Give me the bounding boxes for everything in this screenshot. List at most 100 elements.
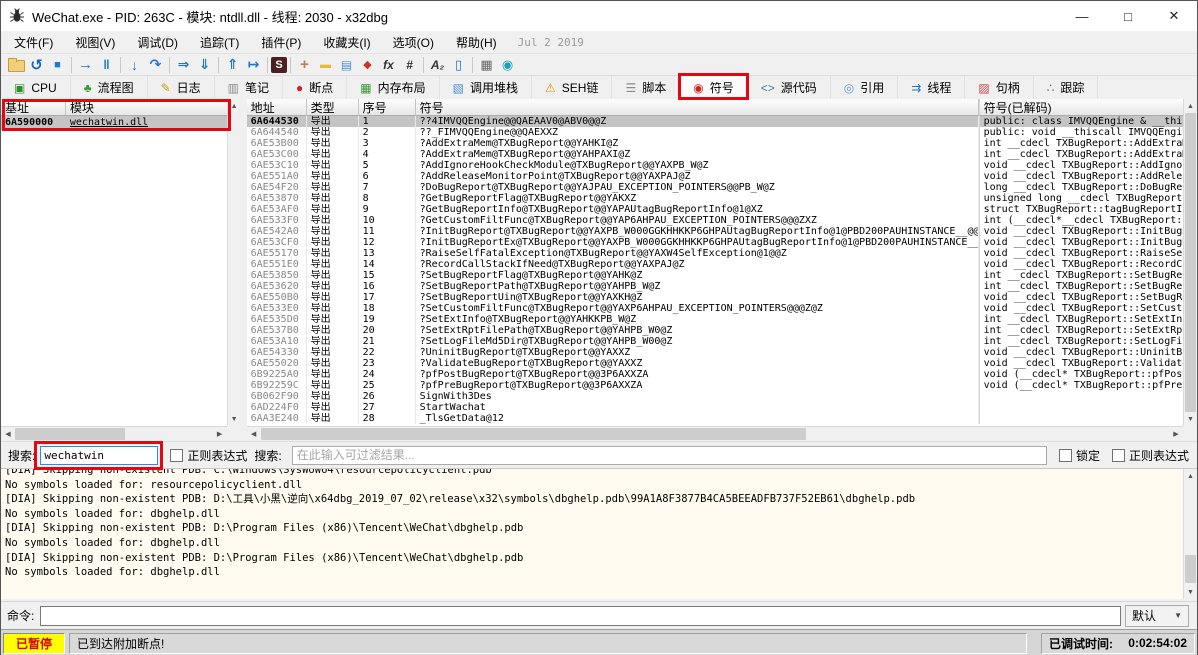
symbol-row[interactable]: 6B062F90 导出 26 SignWith3Des [247,391,1197,402]
symbols-vertical-scrollbar[interactable]: ▲ ▼ [1183,99,1197,426]
stop-icon[interactable]: ■ [47,55,68,75]
menu-item-文件(F)[interactable]: 文件(F) [3,31,64,53]
scroll-up-icon[interactable]: ▲ [1184,99,1197,113]
filter-input[interactable] [292,446,1047,465]
run-to-user-code-icon[interactable]: ↦ [243,55,264,75]
symbol-row[interactable]: 6AD224F0 导出 27 StartWachat [247,402,1197,413]
menu-item-追踪(T)[interactable]: 追踪(T) [189,31,250,53]
menu-item-插件(P)[interactable]: 插件(P) [250,31,312,53]
lock-checkbox[interactable] [1059,449,1072,462]
scroll-up-icon[interactable]: ▲ [228,99,241,113]
symbols-header-address[interactable]: 地址 [247,99,307,116]
modules-vertical-scrollbar[interactable]: ▲ ▼ [227,99,241,426]
tab-cpu[interactable]: ▣ CPU [1,76,71,99]
scroll-left-icon[interactable]: ◀ [247,427,261,441]
modules-header-base[interactable]: 基址 [1,99,66,116]
hash-icon[interactable]: # [399,55,420,75]
symbol-row[interactable]: 6AE54330 导出 22 ?UninitBugReport@TXBugRep… [247,347,1197,358]
menu-item-选项(O)[interactable]: 选项(O) [382,31,445,53]
step-into-icon[interactable]: ↓ [124,55,145,75]
patches-icon[interactable]: + [294,55,315,75]
symbols-header-type[interactable]: 类型 [307,99,359,116]
globe-icon[interactable]: ◉ [497,55,518,75]
bookmarks-icon[interactable]: ◆ [357,55,378,75]
tab-graph[interactable]: ♣ 流程图 [71,76,148,99]
symbol-row[interactable]: 6AA3E240 导出 28 _TlsGetData@12 [247,413,1197,424]
module-search-input[interactable] [40,446,158,465]
tab-breakpoints[interactable]: ● 断点 [283,76,347,99]
minimize-button[interactable]: — [1059,1,1105,31]
symbol-row[interactable]: 6B9225A0 导出 24 ?pfPostBugReport@TXBugRep… [247,369,1197,380]
execute-till-return-icon[interactable]: ⇒ [173,55,194,75]
comments-icon[interactable]: ▬ [315,55,336,75]
symbol-row[interactable]: 6AE550B0 导出 17 ?SetBugReportUin@TXBugRep… [247,292,1197,303]
symbols-header-symbol[interactable]: 符号 [416,99,979,116]
scroll-thumb[interactable] [1185,113,1196,412]
menu-item-调试(D)[interactable]: 调试(D) [126,31,189,53]
symbol-row[interactable]: 6AE53B00 导出 3 ?AddExtraMem@TXBugReport@@… [247,138,1197,149]
functions-icon[interactable]: fx [378,55,399,75]
tab-trace[interactable]: ∴ 跟踪 [1034,76,1099,99]
step-out-icon[interactable]: ⇑ [222,55,243,75]
open-file-icon[interactable] [5,55,26,75]
labels-icon[interactable]: ▤ [336,55,357,75]
restart-icon[interactable]: ↺ [26,55,47,75]
modules-horizontal-scrollbar[interactable]: ◀ ▶ [1,426,227,441]
symbols-header-decorated[interactable]: 符号(已解码) [979,99,1185,116]
menu-item-收藏夹(I)[interactable]: 收藏夹(I) [312,31,381,53]
scroll-up-icon[interactable]: ▲ [1184,469,1197,483]
maximize-button[interactable]: □ [1105,1,1151,31]
scroll-thumb[interactable] [261,428,806,440]
symbol-row[interactable]: 6AE53A10 导出 21 ?SetLogFileMd5Dir@TXBugRe… [247,336,1197,347]
symbol-row[interactable]: 6AE53620 导出 16 ?SetBugReportPath@TXBugRe… [247,281,1197,292]
tab-seh[interactable]: ⚠ SEH链 [532,76,612,99]
regex-checkbox[interactable] [170,449,183,462]
symbol-row[interactable]: 6AE537B0 导出 20 ?SetExtRptFilePath@TXBugR… [247,325,1197,336]
symbol-row[interactable]: 6AE551E0 导出 14 ?RecordCallStackIfNeed@TX… [247,259,1197,270]
scroll-right-icon[interactable]: ▶ [213,427,227,441]
tab-threads[interactable]: ⇉ 线程 [898,76,965,99]
tab-script[interactable]: ☰ 脚本 [612,76,680,99]
scroll-down-icon[interactable]: ▼ [228,412,241,426]
skip-icon[interactable]: ⇓ [194,55,215,75]
menu-item-视图(V)[interactable]: 视图(V) [64,31,126,53]
symbol-row[interactable]: 6AE53C10 导出 5 ?AddIgnoreHookCheckModule@… [247,160,1197,171]
tab-log[interactable]: ✎ 日志 [148,76,215,99]
symbol-row[interactable]: 6AE533F0 导出 10 ?GetCustomFiltFunc@TXBugR… [247,215,1197,226]
symbol-row[interactable]: 6AE53AF0 导出 9 ?GetBugReportInfo@TXBugRep… [247,204,1197,215]
close-button[interactable]: ✕ [1151,1,1197,31]
symbol-row[interactable]: 6AE53850 导出 15 ?SetBugReportFlag@TXBugRe… [247,270,1197,281]
symbol-row[interactable]: 6AE55170 导出 13 ?RaiseSelfFatalException@… [247,248,1197,259]
symbol-row[interactable]: 6AE55020 导出 23 ?ValidateBugReport@TXBugR… [247,358,1197,369]
symbol-row[interactable]: 6AE542A0 导出 11 ?InitBugReport@TXBugRepor… [247,226,1197,237]
command-profile-dropdown[interactable]: 默认 ▼ [1125,605,1189,627]
appearance-font-icon[interactable]: A₂ [427,55,448,75]
symbol-row[interactable]: 6A644530 导出 1 ??4IMVQQEngine@@QAEAAV0@AB… [247,116,1197,127]
symbol-row[interactable]: 6AE535D0 导出 19 ?SetExtInfo@TXBugReport@@… [247,314,1197,325]
tab-source[interactable]: <> 源代码 [748,76,831,99]
module-row[interactable]: 6A590000 wechatwin.dll [1,116,241,130]
scylla-icon[interactable]: S [271,57,287,73]
scroll-right-icon[interactable]: ▶ [1169,427,1183,441]
command-input[interactable] [40,606,1121,626]
tab-notes[interactable]: ▥ 笔记 [215,76,283,99]
tab-memory-map[interactable]: ▦ 内存布局 [347,76,439,99]
tab-references[interactable]: ◎ 引用 [831,76,899,99]
scroll-down-icon[interactable]: ▼ [1184,412,1197,426]
symbol-row[interactable]: 6B92259C 导出 25 ?pfPreBugReport@TXBugRepo… [247,380,1197,391]
symbol-row[interactable]: 6AE533E0 导出 18 ?SetCustomFiltFunc@TXBugR… [247,303,1197,314]
symbols-horizontal-scrollbar[interactable]: ◀ ▶ [247,426,1183,441]
calculator-icon[interactable]: ▦ [476,55,497,75]
menu-item-帮助(H)[interactable]: 帮助(H) [445,31,508,53]
scroll-left-icon[interactable]: ◀ [1,427,15,441]
symbol-row[interactable]: 6AE54F20 导出 7 ?DoBugReport@TXBugReport@@… [247,182,1197,193]
step-over-icon[interactable]: ↷ [145,55,166,75]
symbol-row[interactable]: 6AE53870 导出 8 ?GetBugReportFlag@TXBugRep… [247,193,1197,204]
symbol-row[interactable]: 6AE551A0 导出 6 ?AddReleaseMonitorPoint@TX… [247,171,1197,182]
scroll-thumb[interactable] [15,428,125,440]
symbol-row[interactable]: 6A644540 导出 2 ??_FIMVQQEngine@@QAEXXZ pu… [247,127,1197,138]
symbol-row[interactable]: 6AE53C00 导出 4 ?AddExtraMem@TXBugReport@@… [247,149,1197,160]
scroll-thumb[interactable] [1185,555,1196,583]
modules-header-module[interactable]: 模块 [66,99,241,116]
symbols-header-ordinal[interactable]: 序号 [359,99,416,116]
